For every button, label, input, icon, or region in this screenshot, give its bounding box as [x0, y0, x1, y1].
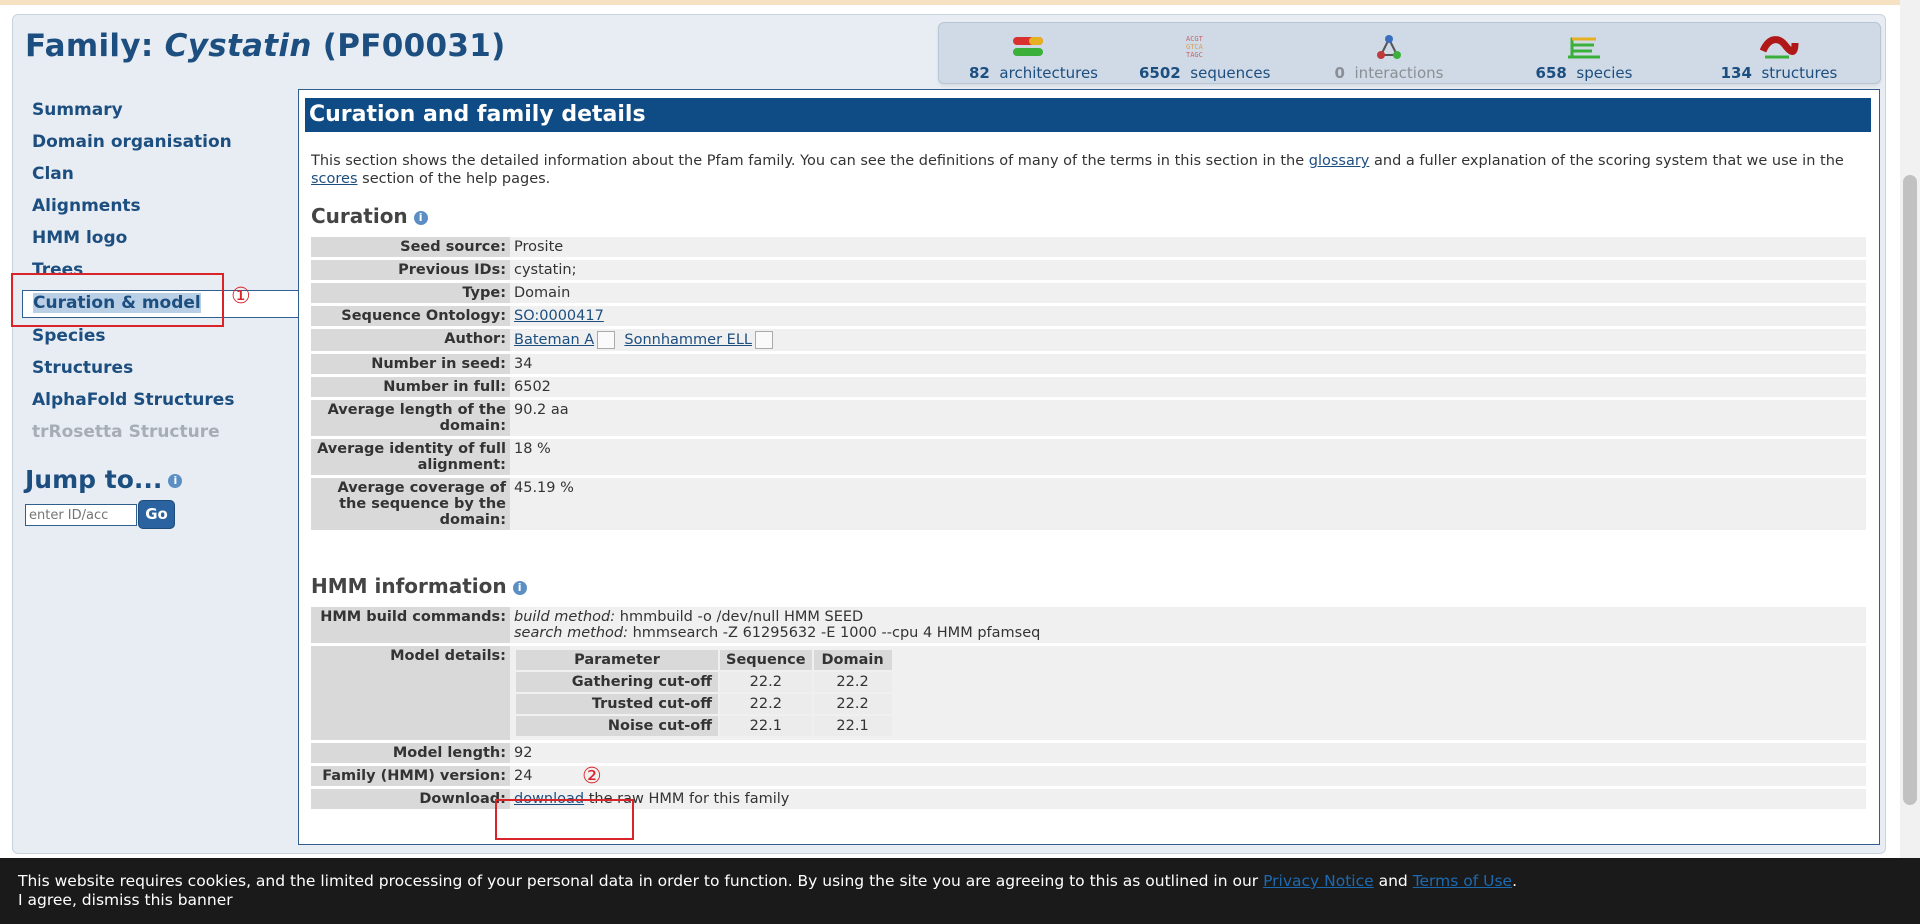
top-strip	[0, 0, 1920, 5]
family-name: Cystatin	[164, 28, 312, 64]
jump-to-input[interactable]	[25, 504, 137, 526]
table-row: Average coverage of the sequence by the …	[311, 478, 1866, 530]
table-row: Previous IDs: cystatin;	[311, 260, 1866, 280]
hmm-info-title: HMM information i	[311, 574, 527, 598]
jump-to-heading: Jump to... i	[25, 465, 183, 494]
species-icon	[1568, 37, 1600, 59]
hmm-table: HMM build commands: build method: hmmbui…	[311, 604, 1866, 812]
scrollbar-thumb[interactable]	[1903, 175, 1917, 805]
annotation-box-2	[495, 799, 634, 840]
sidebar-item-hmm-logo[interactable]: HMM logo	[32, 224, 292, 256]
sidebar-item-clan[interactable]: Clan	[32, 160, 292, 192]
interactions-icon	[1377, 35, 1401, 59]
table-row: Family (HMM) version: 24	[311, 766, 1866, 786]
table-row: Author: Bateman A Sonnhammer ELL	[311, 329, 1866, 351]
annotation-box-1	[11, 273, 224, 327]
table-row: Number in seed: 34	[311, 354, 1866, 374]
sequence-ontology-link[interactable]: SO:0000417	[514, 308, 604, 324]
privacy-notice-link[interactable]: Privacy Notice	[1263, 872, 1374, 890]
table-row: Average length of the domain: 90.2 aa	[311, 400, 1866, 436]
author-link-sonnhammer[interactable]: Sonnhammer ELL	[624, 332, 752, 348]
table-row: Sequence Ontology: SO:0000417	[311, 306, 1866, 326]
cookie-banner: This website requires cookies, and the l…	[0, 858, 1920, 924]
section-heading: Curation and family details	[305, 98, 1871, 132]
curation-table: Seed source: Prosite Previous IDs: cystati…	[311, 234, 1866, 533]
info-icon[interactable]: i	[168, 474, 183, 488]
svg-text:GTCA: GTCA	[1186, 43, 1204, 51]
architectures-icon	[1013, 37, 1043, 56]
intro-text: This section shows the detailed informat…	[311, 153, 1844, 187]
page-title: Family: Cystatin (PF00031)	[25, 28, 506, 64]
svg-text:TAGC: TAGC	[1186, 51, 1203, 59]
stat-species[interactable]: 658 species	[1529, 33, 1639, 82]
table-row: Model length: 92	[311, 743, 1866, 763]
table-row: Average identity of full alignment: 18 %	[311, 439, 1866, 475]
info-icon[interactable]: i	[413, 210, 428, 225]
table-row: HMM build commands: build method: hmmbui…	[311, 607, 1866, 643]
sidebar-item-alignments[interactable]: Alignments	[32, 192, 292, 224]
go-button[interactable]: Go	[138, 500, 175, 529]
sidebar-item-alphafold-structures[interactable]: AlphaFold Structures	[32, 386, 292, 418]
sidebar-item-domain-organisation[interactable]: Domain organisation	[32, 128, 292, 160]
sidebar-item-structures[interactable]: Structures	[32, 354, 292, 386]
annotation-number-1: ①	[231, 284, 251, 309]
main-panel: Curation and family details This section…	[298, 89, 1880, 845]
scores-link[interactable]: scores	[311, 171, 358, 187]
author-link-bateman[interactable]: Bateman A	[514, 332, 594, 348]
stats-bar: 82 architectures ACGT GTCA TAGC 6502 seque…	[938, 22, 1881, 84]
dismiss-banner-button[interactable]: I agree, dismiss this banner	[18, 891, 233, 909]
glossary-link[interactable]: glossary	[1309, 153, 1370, 169]
sidebar-item-summary[interactable]: Summary	[32, 96, 292, 128]
svg-text:ACGT: ACGT	[1186, 35, 1204, 43]
curation-title: Curation i	[311, 204, 428, 228]
model-details-table: Parameter Sequence Domain Gathering cut-of…	[514, 648, 894, 738]
stat-architectures[interactable]: 82 architectures	[969, 33, 1098, 82]
sequences-icon: ACGTGTCATAGC	[1186, 35, 1204, 59]
orcid-image-icon[interactable]	[597, 331, 616, 349]
stat-interactions[interactable]: 0 interactions	[1334, 33, 1444, 82]
structures-icon	[1759, 36, 1799, 59]
info-icon[interactable]: i	[512, 580, 527, 595]
table-row: Type: Domain	[311, 283, 1866, 303]
sidebar-item-trrosetta-structure: trRosetta Structure	[32, 422, 220, 442]
terms-of-use-link[interactable]: Terms of Use	[1413, 872, 1512, 890]
table-row: Model details: Parameter Sequence Domain G…	[311, 646, 1866, 740]
stat-sequences[interactable]: ACGT GTCA TAGC 6502 sequences	[1139, 33, 1270, 82]
table-row: Number in full: 6502	[311, 377, 1866, 397]
stat-structures[interactable]: 134 structures	[1714, 33, 1844, 82]
table-row: Seed source: Prosite	[311, 237, 1866, 257]
orcid-image-icon[interactable]	[754, 331, 773, 349]
annotation-number-2: ②	[582, 764, 602, 789]
